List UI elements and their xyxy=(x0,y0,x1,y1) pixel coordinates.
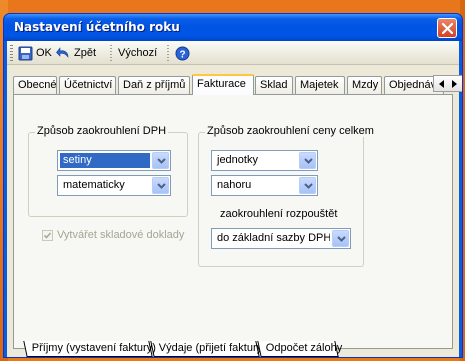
tab-scroll-buttons xyxy=(433,75,462,92)
vat-rounding-legend: Způsob zaokrouhlení DPH xyxy=(35,125,169,137)
back-button[interactable]: Zpět xyxy=(56,44,96,62)
dialog-window: Nastavení účetního roku OK Zpět Výchozí … xyxy=(3,13,463,358)
spread-value: do základní sazby DPH xyxy=(217,232,330,244)
default-button[interactable]: Výchozí xyxy=(118,44,157,62)
back-label: Zpět xyxy=(74,47,97,59)
ok-label: OK xyxy=(36,47,52,59)
close-button[interactable] xyxy=(437,18,457,38)
dropdown-arrow[interactable] xyxy=(152,152,169,169)
tab-prijmy[interactable]: Příjmy (vystavení faktury) xyxy=(23,341,156,357)
checkmark-icon xyxy=(43,231,52,239)
tab-prijmy-label: Příjmy (vystavení faktury) xyxy=(31,342,156,354)
stock-docs-checkbox[interactable] xyxy=(42,229,53,241)
save-icon xyxy=(18,46,33,60)
dropdown-arrow[interactable] xyxy=(299,177,316,194)
toolbar-grip[interactable] xyxy=(10,45,13,61)
total-direction-select[interactable]: nahoru xyxy=(211,175,318,196)
chevron-down-icon xyxy=(157,158,166,164)
svg-text:?: ? xyxy=(179,49,185,60)
tab-strip: Obecné Účetnictví Daň z příjmů Fakturace… xyxy=(13,74,462,95)
chevron-down-icon xyxy=(337,236,346,242)
toolbar-separator xyxy=(167,45,169,61)
total-rounding-group: Způsob zaokrouhlení ceny celkem jednotky… xyxy=(198,125,376,267)
tab-sklad[interactable]: Sklad xyxy=(255,76,293,94)
chevron-down-icon xyxy=(304,158,313,164)
toolbar: OK Zpět Výchozí ? xyxy=(7,41,459,65)
scroll-right-icon[interactable] xyxy=(451,80,458,88)
stock-docs-label: Vytvářet skladové doklady xyxy=(57,229,185,241)
chevron-down-icon xyxy=(304,183,313,189)
vat-precision-select[interactable]: setiny xyxy=(57,150,171,171)
close-icon xyxy=(442,23,453,34)
desktop-background xyxy=(0,0,465,12)
total-rounding-legend: Způsob zaokrouhlení ceny celkem xyxy=(205,125,376,137)
dropdown-arrow[interactable] xyxy=(332,230,349,247)
tab-obecne[interactable]: Obecné xyxy=(13,76,57,94)
help-button[interactable]: ? xyxy=(175,44,190,62)
total-unit-select[interactable]: jednotky xyxy=(211,150,318,171)
ok-button[interactable]: OK xyxy=(18,44,52,62)
vat-rounding-group: Způsob zaokrouhlení DPH setiny matematic… xyxy=(28,125,188,217)
stock-docs-checkbox-row[interactable]: Vytvářet skladové doklady xyxy=(42,229,184,241)
tab-fakturace[interactable]: Fakturace xyxy=(192,74,254,95)
total-direction-value: nahoru xyxy=(217,179,252,191)
window-title: Nastavení účetního roku xyxy=(14,20,180,34)
tab-vydaje[interactable]: Výdaje (přijetí faktury) xyxy=(150,341,266,357)
chevron-down-icon xyxy=(157,183,166,189)
total-unit-value: jednotky xyxy=(217,154,258,166)
dialog-client: OK Zpět Výchozí ? Obecné Účetnictví Daň … xyxy=(7,41,462,357)
spread-label: zaokrouhlení rozpouštět xyxy=(220,208,338,220)
help-icon: ? xyxy=(175,46,190,60)
vat-method-select[interactable]: matematicky xyxy=(57,175,171,196)
undo-arrow-icon xyxy=(56,46,69,58)
tab-odpocet-zalohy[interactable]: Odpočet zálohy xyxy=(257,341,342,357)
tab-dan-z-prijmu[interactable]: Daň z příjmů xyxy=(118,76,190,94)
dropdown-arrow[interactable] xyxy=(152,177,169,194)
vat-precision-value: setiny xyxy=(60,153,150,168)
fakturace-panel: Způsob zaokrouhlení DPH setiny matematic… xyxy=(13,94,453,349)
dropdown-arrow[interactable] xyxy=(299,152,316,169)
title-bar[interactable]: Nastavení účetního roku xyxy=(4,14,462,41)
tab-vydaje-label: Výdaje (přijetí faktury) xyxy=(158,342,266,354)
scroll-left-icon[interactable] xyxy=(438,80,445,88)
toolbar-separator xyxy=(110,45,112,61)
vat-method-value: matematicky xyxy=(63,179,125,191)
tab-mzdy[interactable]: Mzdy xyxy=(347,76,382,94)
default-label: Výchozí xyxy=(118,47,158,59)
spread-select[interactable]: do základní sazby DPH xyxy=(211,228,351,249)
tab-odpocet-zalohy-label: Odpočet zálohy xyxy=(265,342,343,354)
tab-ucetnictvi[interactable]: Účetnictví xyxy=(59,76,116,94)
tab-majetek[interactable]: Majetek xyxy=(295,76,345,94)
